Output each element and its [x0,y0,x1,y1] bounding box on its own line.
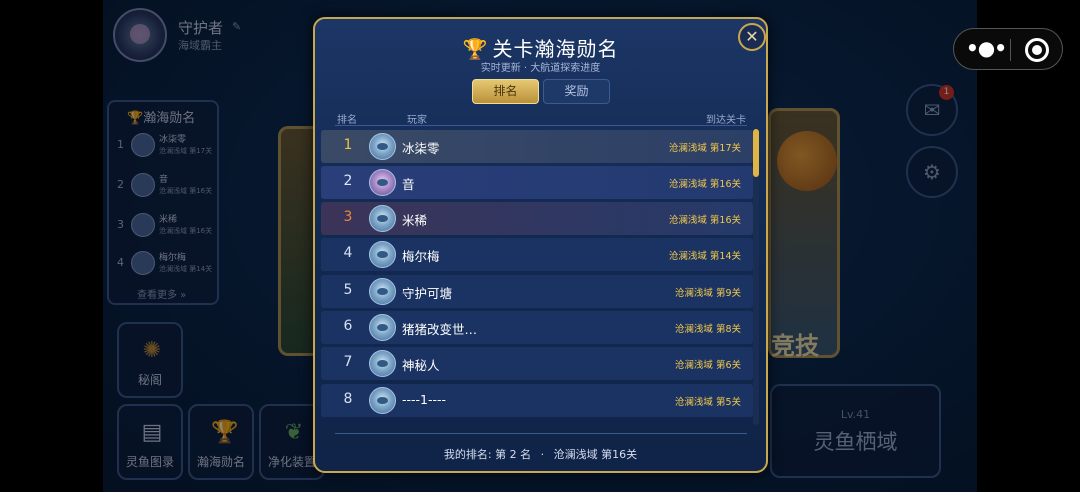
secret-button[interactable]: ✺ 秘阁 [117,322,183,398]
table-row[interactable]: 3 米稀 沧澜浅域 第16关 [321,202,753,235]
tab-rank[interactable]: 排名 [472,79,539,104]
table-row[interactable]: 4 梅尔梅 沧澜浅域 第14关 [321,238,753,271]
scrollbar-thumb[interactable] [753,129,759,177]
rank-preview-row: 4 梅尔梅 沧澜浅域 第14关 [117,251,213,275]
header-player: 玩家 [407,115,427,126]
reached-level: 沧澜浅域 第16关 [668,179,741,190]
book-icon: ▤ [141,420,163,445]
my-rank: 我的排名: 第 2 名 [443,448,532,461]
my-level: 沧澜浅域 第16关 [553,448,638,461]
table-row[interactable]: 1 冰柒零 沧澜浅域 第17关 [321,130,753,163]
settings-button[interactable]: ⚙ [906,146,958,198]
header-level: 到达关卡 [706,115,746,126]
realm-card[interactable]: Lv.41 灵鱼栖域 [770,384,941,478]
table-row[interactable]: 2 音 沧澜浅域 第16关 [321,166,753,199]
player-name: 音 [402,177,415,192]
avatar [369,387,396,414]
game-mode-card-left[interactable] [278,126,314,356]
player-name: 梅尔梅 [402,249,440,264]
player-name: 猪猪改变世… [402,322,478,337]
table-row[interactable]: 6 猪猪改变世… 沧澜浅域 第8关 [321,311,753,344]
rank-preview-title: 🏆瀚海勋名 [127,111,196,126]
more-icon[interactable]: •●• [966,37,1007,61]
footer-divider [335,433,747,434]
rank-number: 4 [343,245,353,261]
reached-level: 沧澜浅域 第16关 [668,215,741,226]
close-button[interactable]: ✕ [738,23,766,51]
reached-level: 沧澜浅域 第8关 [674,324,741,335]
close-icon: ✕ [745,27,759,46]
avatar [131,173,155,197]
avatar [369,133,396,160]
avatar [131,251,155,275]
player-avatar[interactable] [113,8,167,62]
player-name: 冰柒零 [402,141,440,156]
player-name: 神秘人 [402,358,440,373]
player-name: 守护者 [178,19,224,37]
fish-book-button[interactable]: ▤ 灵鱼图录 [117,404,183,480]
rank-number: 5 [343,282,353,298]
rank-button[interactable]: 🏆 瀚海勋名 [188,404,254,480]
player-name: 米稀 [402,213,428,228]
player-title: 海域霸主 [178,39,222,52]
trophy-icon: 🏆 [127,111,144,126]
rank-number: 8 [343,391,353,407]
rank-number: 7 [343,354,353,370]
gear-icon: ⚙ [923,160,941,184]
avatar [369,278,396,305]
trophy-icon: 🏆 [462,37,489,61]
avatar [369,350,396,377]
table-row[interactable]: 7 神秘人 沧澜浅域 第6关 [321,347,753,380]
rank-number: 2 [343,173,353,189]
header-rank: 排名 [337,115,357,126]
capsule-divider [1010,39,1011,61]
trophy-icon: 🏆 [211,420,239,445]
fish-image [777,131,837,191]
footer-separator: · [540,448,545,461]
avatar [369,314,396,341]
player-name: 守护可塘 [402,286,453,301]
player-name: ----1---- [402,392,447,407]
modal-subtitle: 实时更新 · 大航道探索进度 [480,63,601,74]
mini-program-capsule: •●• [953,28,1063,70]
avatar [131,213,155,237]
tab-reward[interactable]: 奖励 [543,79,610,104]
avatar [369,169,396,196]
modal-title: 🏆 关卡瀚海勋名 [462,37,619,61]
leaderboard-modal: 🏆 关卡瀚海勋名 实时更新 · 大航道探索进度 ✕ 排名 奖励 排名 玩家 到达关… [313,17,768,473]
avatar [369,241,396,268]
rank-number: 3 [343,209,353,225]
reached-level: 沧澜浅域 第9关 [674,288,741,299]
table-row[interactable]: 5 守护可塘 沧澜浅域 第9关 [321,275,753,308]
rank-preview-panel[interactable]: 🏆瀚海勋名 1 冰柒零 沧澜浅域 第17关 2 音沧澜浅域 第16关 3 米稀 沧澜… [107,100,219,305]
header-divider [335,125,747,126]
reached-level: 沧澜浅域 第17关 [668,143,741,154]
rank-preview-row: 2 音沧澜浅域 第16关 [117,173,213,197]
arena-card[interactable]: 竞技 [768,108,840,360]
reached-level: 沧澜浅域 第6关 [674,360,741,371]
rank-preview-row: 1 冰柒零 沧澜浅域 第17关 [117,133,213,157]
my-rank-summary: 我的排名: 第 2 名 · 沧澜浅域 第16关 [315,446,766,462]
reached-level: 沧澜浅域 第5关 [674,397,741,408]
rank-list[interactable]: 1 冰柒零 沧澜浅域 第17关 2 音 沧澜浅域 第16关 3 米稀 沧澜浅域 … [321,129,753,425]
mail-icon: ✉ [923,98,941,122]
table-row[interactable]: 8 ----1---- 沧澜浅域 第5关 [321,384,753,417]
leaf-icon: ❦ [284,420,304,445]
avatar [131,133,155,157]
close-program-icon[interactable] [1025,38,1049,62]
view-more-link[interactable]: 查看更多 » [137,286,186,301]
rank-number: 1 [343,137,353,153]
rank-preview-row: 3 米稀 沧澜浅域 第16关 [117,213,213,237]
reached-level: 沧澜浅域 第14关 [668,251,741,262]
rank-number: 6 [343,318,353,334]
avatar [369,205,396,232]
firework-icon: ✺ [142,338,162,363]
mail-badge: 1 [939,85,954,100]
edit-icon[interactable]: ✎ [232,20,241,33]
